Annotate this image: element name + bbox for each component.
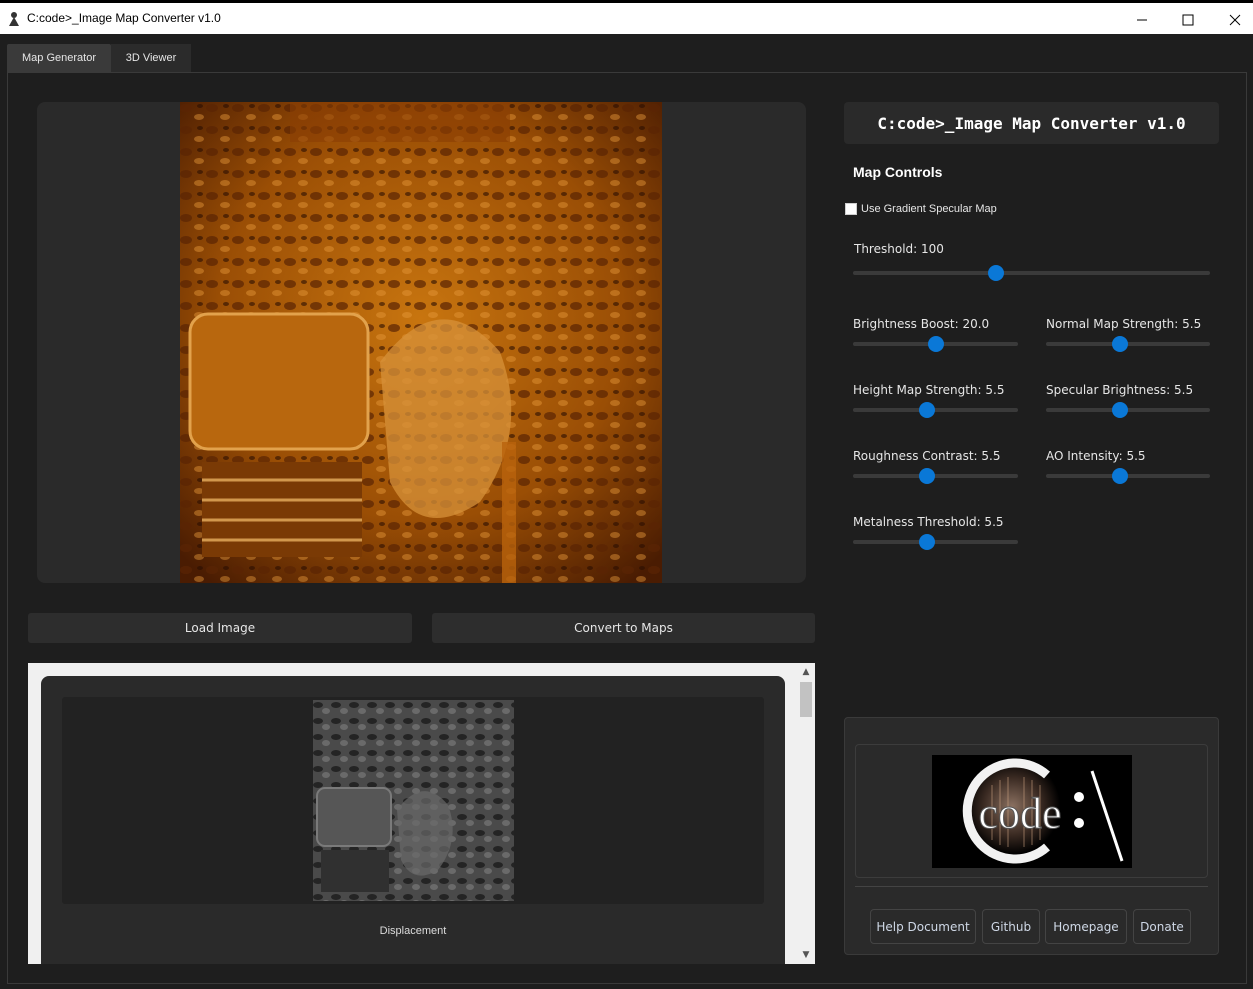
map-type-label: Displacement bbox=[379, 925, 447, 937]
threshold-slider[interactable] bbox=[853, 265, 1210, 281]
scroll-down-arrow-icon[interactable]: ▼ bbox=[797, 946, 815, 964]
map-card-displacement: Displacement bbox=[41, 676, 785, 964]
normal-map-strength-label: Normal Map Strength: 5.5 bbox=[1046, 317, 1202, 331]
slider-handle[interactable] bbox=[1111, 402, 1128, 418]
tab-3d-viewer[interactable]: 3D Viewer bbox=[111, 44, 191, 72]
slider-handle[interactable] bbox=[987, 265, 1004, 281]
normal-map-strength-slider[interactable] bbox=[1046, 336, 1210, 352]
load-image-button[interactable]: Load Image bbox=[28, 613, 412, 643]
github-button[interactable]: Github bbox=[982, 909, 1040, 944]
app-icon bbox=[9, 12, 19, 26]
specular-brightness-label: Specular Brightness: 5.5 bbox=[1046, 383, 1194, 397]
tab-map-generator[interactable]: Map Generator bbox=[7, 44, 111, 72]
slider-handle[interactable] bbox=[1111, 336, 1128, 352]
brightness-boost-label: Brightness Boost: 20.0 bbox=[853, 317, 990, 331]
roughness-contrast-label: Roughness Contrast: 5.5 bbox=[853, 449, 1001, 463]
ccode-logo: code bbox=[932, 755, 1132, 868]
metalness-threshold-label: Metalness Threshold: 5.5 bbox=[853, 515, 1004, 529]
maximize-icon bbox=[1182, 14, 1194, 26]
maximize-button[interactable] bbox=[1165, 5, 1211, 35]
app-window: C:code>_Image Map Converter v1.0 Map Gen… bbox=[0, 0, 1253, 989]
donate-button[interactable]: Donate bbox=[1133, 909, 1191, 944]
help-document-button[interactable]: Help Document bbox=[870, 909, 976, 944]
roughness-contrast-slider[interactable] bbox=[853, 468, 1018, 484]
brightness-boost-slider[interactable] bbox=[853, 336, 1018, 352]
map-results-scroll-area[interactable]: Displacement bbox=[28, 663, 815, 964]
scrollbar-thumb[interactable] bbox=[800, 682, 812, 717]
map-image-frame bbox=[62, 697, 764, 904]
displacement-map-image bbox=[313, 700, 514, 901]
height-map-strength-label: Height Map Strength: 5.5 bbox=[853, 383, 1005, 397]
ao-intensity-label: AO Intensity: 5.5 bbox=[1046, 449, 1146, 463]
vertical-scrollbar[interactable]: ▲ ▼ bbox=[797, 663, 815, 964]
close-icon bbox=[1229, 14, 1241, 26]
minimize-button[interactable] bbox=[1119, 5, 1165, 35]
slider-handle[interactable] bbox=[927, 336, 944, 352]
scroll-up-arrow-icon[interactable]: ▲ bbox=[797, 663, 815, 681]
logo-text: code bbox=[978, 789, 1061, 838]
window-title: C:code>_Image Map Converter v1.0 bbox=[27, 11, 221, 25]
logo-frame: code bbox=[855, 744, 1208, 878]
slider-handle[interactable] bbox=[1111, 468, 1128, 484]
minimize-icon bbox=[1137, 19, 1147, 21]
gradient-specular-label: Use Gradient Specular Map bbox=[861, 203, 997, 215]
height-map-strength-slider[interactable] bbox=[853, 402, 1018, 418]
specular-brightness-slider[interactable] bbox=[1046, 402, 1210, 418]
preview-image bbox=[180, 102, 662, 583]
footer-panel: code Help Document Github Homepage Donat… bbox=[844, 717, 1219, 955]
app-banner: C:code>_Image Map Converter v1.0 bbox=[844, 102, 1219, 144]
gradient-specular-checkbox[interactable] bbox=[845, 203, 857, 215]
title-bar: C:code>_Image Map Converter v1.0 bbox=[0, 0, 1253, 34]
convert-to-maps-button[interactable]: Convert to Maps bbox=[432, 613, 815, 643]
footer-divider bbox=[855, 886, 1208, 887]
metalness-threshold-slider[interactable] bbox=[853, 534, 1018, 550]
map-controls-heading: Map Controls bbox=[853, 164, 943, 180]
close-button[interactable] bbox=[1212, 5, 1253, 35]
threshold-label: Threshold: 100 bbox=[854, 242, 944, 256]
ao-intensity-slider[interactable] bbox=[1046, 468, 1210, 484]
homepage-button[interactable]: Homepage bbox=[1045, 909, 1127, 944]
image-preview-frame bbox=[37, 102, 806, 583]
